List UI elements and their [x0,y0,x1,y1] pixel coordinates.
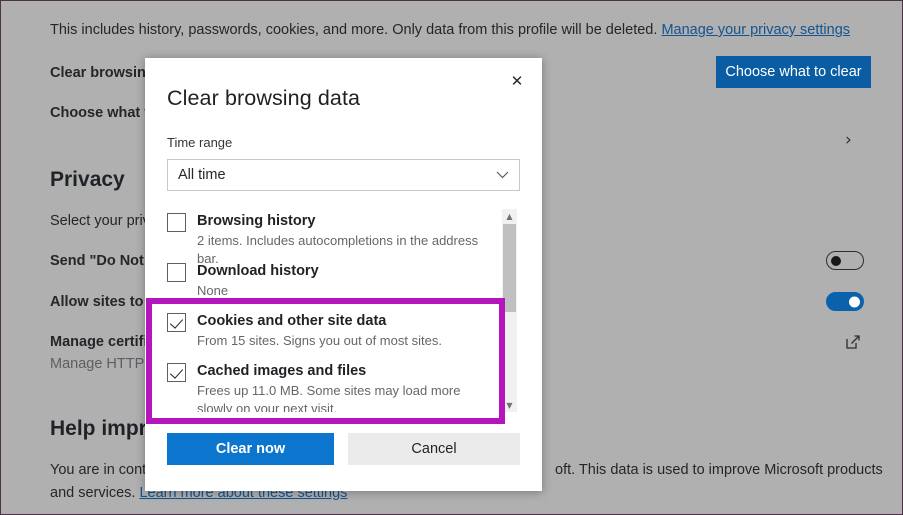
time-range-value: All time [178,167,226,183]
list-item-download-history[interactable]: Download history None [167,261,497,300]
toggle-knob [831,256,841,266]
time-range-select[interactable]: All time [167,159,520,191]
item-title: Cached images and files [197,363,366,379]
settings-row-allow-sites[interactable]: Allow sites to c [50,292,156,312]
scroll-up-arrow-icon[interactable]: ▲ [502,209,517,223]
cancel-button[interactable]: Cancel [348,433,520,465]
chevron-down-icon [496,168,509,182]
allow-sites-toggle[interactable] [826,292,864,311]
time-range-label: Time range [167,135,232,150]
list-item-cookies-and-site-data[interactable]: Cookies and other site data From 15 site… [167,311,497,350]
choose-what-to-clear-button[interactable]: Choose what to clear [716,56,871,88]
item-title: Download history [197,263,319,279]
help-improve-text-line1: You are in cont [50,460,146,480]
checkbox-cached-images-and-files[interactable] [167,363,186,382]
privacy-section-heading: Privacy [50,168,125,192]
external-link-icon[interactable] [845,334,861,350]
item-subtitle: None [197,282,319,300]
clear-browsing-row-label: Clear browsing [50,63,155,83]
help-improve-heading: Help impro [50,417,160,441]
list-item-cached-images-and-files[interactable]: Cached images and files Frees up 11.0 MB… [167,361,497,412]
clear-now-button[interactable]: Clear now [167,433,334,465]
scrollbar-thumb[interactable] [503,224,516,312]
privacy-intro-sentence: This includes history, passwords, cookie… [50,22,657,38]
settings-row-do-not-track[interactable]: Send "Do Not [50,251,144,271]
checkbox-browsing-history[interactable] [167,213,186,232]
checkbox-cookies-and-site-data[interactable] [167,313,186,332]
clear-browsing-data-dialog: ✕ Clear browsing data Time range All tim… [145,58,542,491]
do-not-track-toggle[interactable] [826,251,864,270]
list-item-browsing-history[interactable]: Browsing history 2 items. Includes autoc… [167,211,497,268]
item-title: Browsing history [197,213,315,229]
settings-row-manage-certificates[interactable]: Manage certifi [50,332,148,352]
chevron-right-icon[interactable]: › [845,130,852,150]
toggle-knob [849,296,860,307]
browser-settings-screen: This includes history, passwords, cookie… [0,0,903,515]
privacy-intro-text: This includes history, passwords, cookie… [50,20,850,40]
close-icon[interactable]: ✕ [500,66,534,96]
list-scrollbar[interactable]: ▲ ▼ [502,209,517,412]
item-subtitle: Frees up 11.0 MB. Some sites may load mo… [197,382,497,412]
dialog-title: Clear browsing data [167,86,360,111]
help-improve-text-right: oft. This data is used to improve Micros… [555,460,883,480]
choose-what-to-row-label: Choose what t [50,103,149,123]
checkbox-download-history[interactable] [167,263,186,282]
item-title: Cookies and other site data [197,313,386,329]
manage-privacy-settings-link[interactable]: Manage your privacy settings [661,22,850,38]
settings-row-select-privacy[interactable]: Select your priv [50,211,150,231]
scroll-down-arrow-icon[interactable]: ▼ [502,398,517,412]
help-improve-lead: and services. [50,485,139,501]
item-subtitle: From 15 sites. Signs you out of most sit… [197,332,442,350]
data-type-list[interactable]: Browsing history 2 items. Includes autoc… [167,207,520,412]
